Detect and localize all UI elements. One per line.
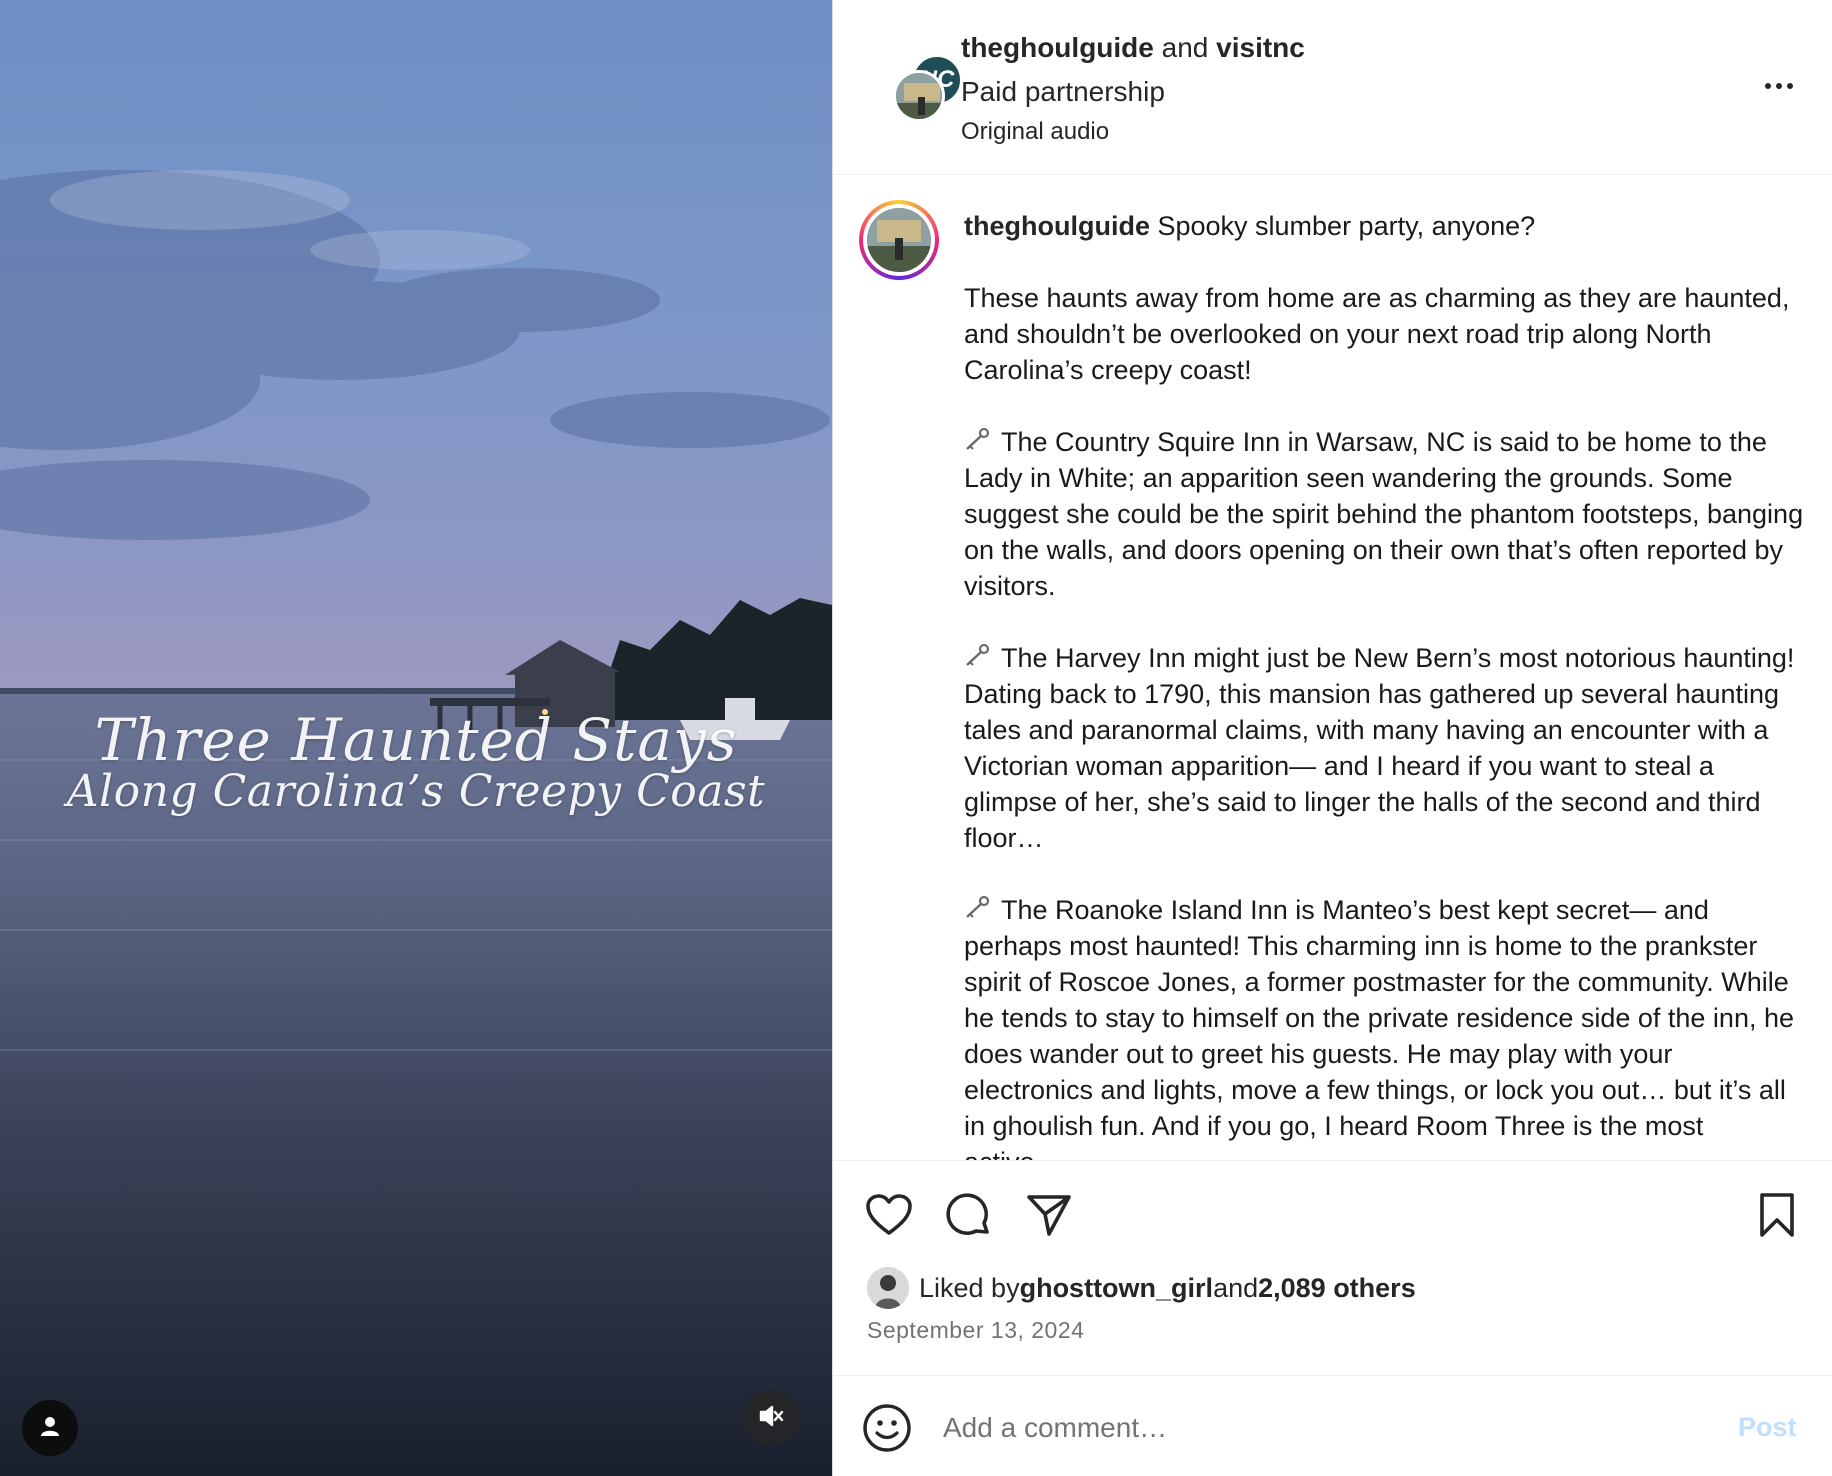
- save-button[interactable]: [1751, 1191, 1803, 1243]
- post-header-text: theghoulguide and visitnc Paid partnersh…: [961, 32, 1305, 146]
- coauthor-username[interactable]: visitnc: [1216, 32, 1305, 63]
- mute-toggle-button[interactable]: [743, 1390, 799, 1446]
- speaker-muted-icon: [757, 1402, 785, 1435]
- caption-author-avatar[interactable]: [859, 200, 939, 280]
- avatar-image: [867, 208, 931, 272]
- reel-video[interactable]: Three Haunted Stays Along Carolina’s Cre…: [0, 0, 832, 1476]
- post-details-panel: NC theghoulguide and visitnc Paid partne…: [832, 0, 1832, 1476]
- authors-joiner: and: [1153, 32, 1217, 63]
- comment-icon: [945, 1191, 993, 1244]
- old-key-icon: [964, 892, 994, 928]
- caption-scroll-area[interactable]: theghoulguide Spooky slumber party, anyo…: [833, 176, 1832, 1160]
- likes-summary[interactable]: Liked by ghosttown_girl and 2,089 others: [867, 1267, 1416, 1309]
- paid-partnership-label[interactable]: Paid partnership: [961, 76, 1305, 108]
- old-key-icon: [964, 424, 994, 460]
- tagged-users-button[interactable]: [22, 1400, 78, 1456]
- original-audio-link[interactable]: Original audio: [961, 118, 1305, 146]
- caption-paragraph: The Harvey Inn might just be New Bern’s …: [964, 640, 1804, 856]
- bookmark-icon: [1757, 1192, 1797, 1243]
- old-key-icon: [964, 640, 994, 676]
- share-button[interactable]: [1023, 1191, 1075, 1243]
- caption-first-line: theghoulguide Spooky slumber party, anyo…: [964, 208, 1804, 244]
- more-options-button[interactable]: [1753, 72, 1805, 100]
- caption-paragraph: The Roanoke Island Inn is Manteo’s best …: [964, 892, 1804, 1160]
- emoji-smile-icon: [861, 1404, 913, 1458]
- emoji-picker-button[interactable]: [861, 1402, 913, 1454]
- liked-by-username[interactable]: ghosttown_girl: [1020, 1273, 1213, 1304]
- instagram-post-modal: Three Haunted Stays Along Carolina’s Cre…: [0, 0, 1832, 1476]
- post-actions: Liked by ghosttown_girl and 2,089 others…: [833, 1160, 1832, 1376]
- add-comment-bar: Post: [833, 1376, 1832, 1476]
- caption-text: The Harvey Inn might just be New Bern’s …: [964, 643, 1795, 853]
- more-options-dot: [1787, 83, 1793, 89]
- collab-avatars[interactable]: NC: [863, 48, 963, 128]
- caption-opening: Spooky slumber party, anyone?: [1149, 211, 1536, 241]
- user-icon: [38, 1414, 62, 1443]
- liked-by-prefix: Liked by: [919, 1272, 1020, 1303]
- post-caption: theghoulguide Spooky slumber party, anyo…: [964, 208, 1804, 1160]
- liked-by-others[interactable]: 2,089 others: [1258, 1273, 1416, 1304]
- post-header: NC theghoulguide and visitnc Paid partne…: [833, 0, 1832, 175]
- post-comment-button[interactable]: Post: [1738, 1412, 1797, 1443]
- author-username[interactable]: theghoulguide: [961, 32, 1154, 63]
- more-options-icon: [1765, 83, 1771, 89]
- caption-paragraph: These haunts away from home are as charm…: [964, 283, 1790, 385]
- caption-paragraph: The Country Squire Inn in Warsaw, NC is …: [964, 424, 1804, 604]
- caption-username[interactable]: theghoulguide: [964, 211, 1150, 241]
- like-button[interactable]: [863, 1191, 915, 1243]
- video-title-line-2: Along Carolina’s Creepy Coast: [66, 766, 766, 817]
- post-date[interactable]: September 13, 2024: [867, 1317, 1084, 1344]
- send-icon: [1025, 1192, 1073, 1243]
- post-authors: theghoulguide and visitnc: [961, 32, 1305, 64]
- caption-text: The Country Squire Inn in Warsaw, NC is …: [964, 427, 1804, 601]
- more-options-dot: [1776, 83, 1782, 89]
- theghoulguide-avatar[interactable]: [893, 70, 945, 122]
- comment-button[interactable]: [943, 1191, 995, 1243]
- video-title-line-1: Three Haunted Stays: [94, 706, 738, 774]
- caption-text: The Roanoke Island Inn is Manteo’s best …: [964, 895, 1794, 1160]
- heart-icon: [865, 1193, 913, 1242]
- liker-avatar[interactable]: [867, 1267, 909, 1309]
- comment-input[interactable]: [943, 1406, 1663, 1450]
- avatar-ring-inner: [863, 204, 935, 276]
- liked-by-and: and: [1213, 1272, 1259, 1303]
